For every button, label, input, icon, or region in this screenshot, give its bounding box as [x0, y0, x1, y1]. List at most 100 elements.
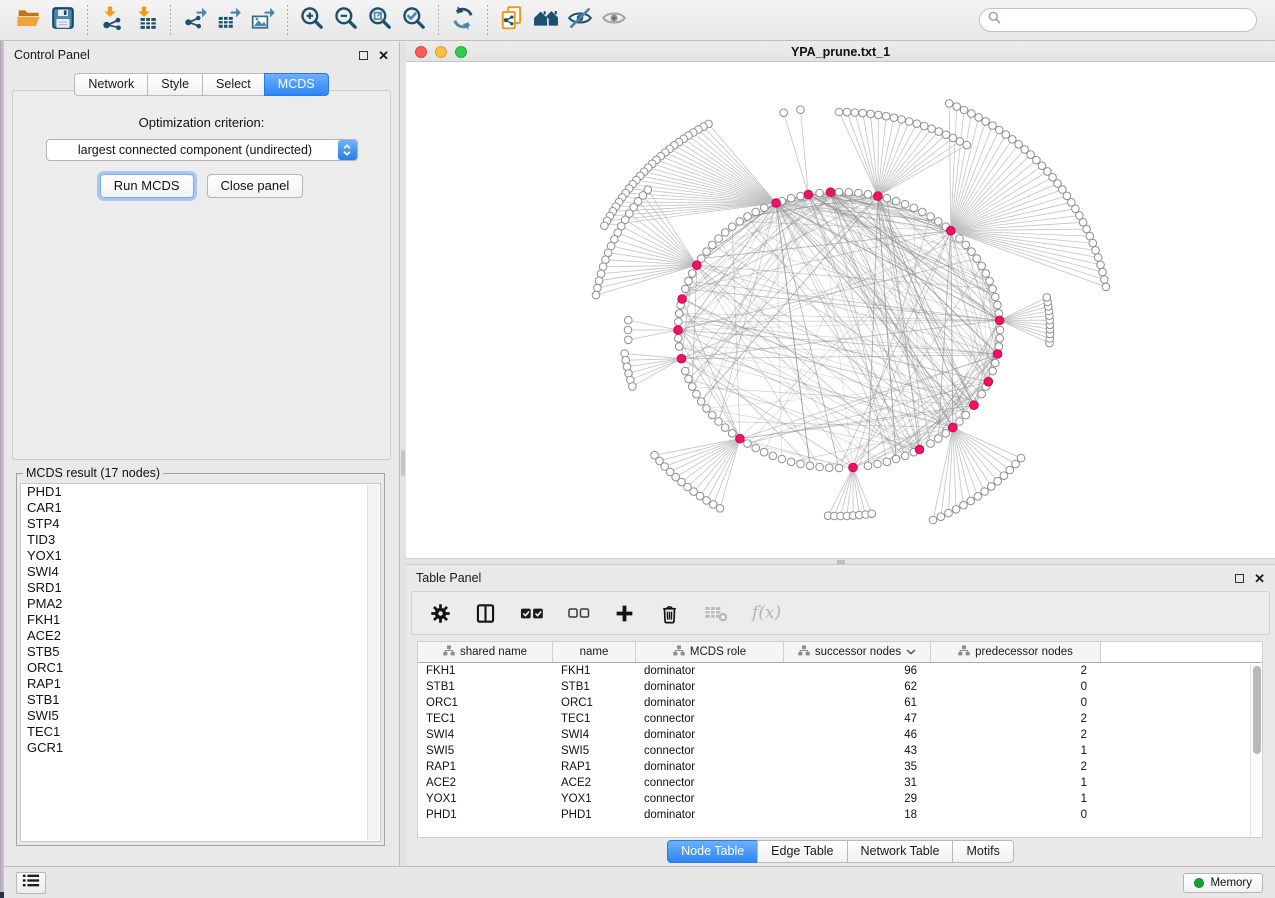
network-node[interactable]	[864, 191, 872, 199]
select-all-button[interactable]	[520, 607, 544, 620]
network-node[interactable]	[780, 109, 788, 117]
network-node[interactable]	[982, 118, 990, 126]
network-node[interactable]	[597, 270, 605, 278]
network-node[interactable]	[601, 222, 609, 230]
splitter-handle[interactable]	[401, 450, 405, 476]
import-table-button[interactable]	[129, 3, 163, 37]
network-node[interactable]	[744, 213, 752, 221]
network-node[interactable]	[682, 367, 690, 375]
network-node[interactable]	[675, 318, 683, 326]
network-hub-node[interactable]	[949, 423, 958, 432]
network-node[interactable]	[995, 343, 1003, 351]
network-node[interactable]	[901, 200, 909, 208]
mcds-result-item[interactable]: CAR1	[21, 500, 380, 516]
network-node[interactable]	[594, 284, 602, 292]
network-node[interactable]	[1006, 466, 1014, 474]
export-table-button[interactable]	[212, 3, 246, 37]
table-row[interactable]: PHD1PHD1dominator180	[418, 807, 1262, 823]
zoom-selected-button[interactable]	[397, 3, 431, 37]
network-node[interactable]	[996, 335, 1004, 343]
network-node[interactable]	[1000, 472, 1008, 480]
network-node[interactable]	[973, 255, 981, 263]
column-header-MCDS-role[interactable]: MCDS role	[636, 642, 784, 662]
criterion-dropdown[interactable]: largest connected component (undirected)	[46, 139, 358, 161]
close-panel-icon[interactable]: ✕	[378, 49, 389, 62]
network-node[interactable]	[901, 452, 909, 460]
network-node[interactable]	[968, 248, 976, 256]
maximize-window-icon[interactable]	[455, 46, 467, 58]
network-hub-node[interactable]	[874, 192, 883, 201]
network-node[interactable]	[962, 411, 970, 419]
network-node[interactable]	[882, 112, 890, 120]
network-hub-node[interactable]	[674, 326, 683, 335]
network-node[interactable]	[625, 316, 633, 324]
export-network-button[interactable]	[178, 3, 212, 37]
network-node[interactable]	[625, 336, 633, 344]
home-button[interactable]	[529, 3, 563, 37]
network-node[interactable]	[752, 444, 760, 452]
zoom-fit-button[interactable]	[363, 3, 397, 37]
network-node[interactable]	[682, 285, 690, 293]
network-hub-node[interactable]	[993, 350, 1002, 359]
tab-motifs[interactable]: Motifs	[952, 840, 1013, 863]
float-panel-icon[interactable]	[359, 51, 368, 60]
network-node[interactable]	[989, 285, 997, 293]
network-hub-node[interactable]	[984, 377, 993, 386]
network-node[interactable]	[960, 106, 968, 114]
mcds-result-item[interactable]: SWI4	[21, 564, 380, 580]
network-node[interactable]	[935, 218, 943, 226]
network-node[interactable]	[716, 505, 724, 513]
network-node[interactable]	[1099, 268, 1107, 276]
network-node[interactable]	[851, 109, 859, 117]
network-node[interactable]	[816, 463, 824, 471]
mcds-result-item[interactable]: STB1	[21, 692, 380, 708]
delete-column-button[interactable]	[659, 603, 680, 624]
network-node[interactable]	[935, 435, 943, 443]
import-network-button[interactable]	[95, 3, 129, 37]
network-node[interactable]	[816, 189, 824, 197]
network-node[interactable]	[599, 263, 607, 271]
table-row[interactable]: ORC1ORC1dominator610	[418, 695, 1262, 711]
table-scrollbar-thumb[interactable]	[1253, 666, 1261, 754]
network-node[interactable]	[978, 262, 986, 270]
network-node[interactable]	[797, 106, 805, 114]
mcds-result-item[interactable]: GCR1	[21, 740, 380, 756]
network-node[interactable]	[953, 103, 961, 111]
network-node[interactable]	[675, 310, 683, 318]
network-node[interactable]	[960, 501, 968, 509]
column-header-predecessor-nodes[interactable]: predecessor nodes	[931, 642, 1101, 662]
network-node[interactable]	[920, 122, 928, 130]
network-node[interactable]	[592, 291, 600, 299]
network-node[interactable]	[675, 335, 683, 343]
network-node[interactable]	[703, 405, 711, 413]
network-node[interactable]	[685, 375, 693, 383]
network-hub-node[interactable]	[970, 401, 979, 410]
zoom-in-button[interactable]	[295, 3, 329, 37]
network-node[interactable]	[1043, 294, 1051, 302]
network-node[interactable]	[929, 516, 937, 524]
task-history-button[interactable]	[16, 872, 46, 894]
float-panel-icon[interactable]	[1235, 574, 1244, 583]
network-node[interactable]	[835, 108, 843, 116]
network-node[interactable]	[728, 223, 736, 231]
network-node[interactable]	[1015, 141, 1023, 149]
network-node[interactable]	[986, 277, 994, 285]
network-node[interactable]	[989, 367, 997, 375]
network-node[interactable]	[703, 248, 711, 256]
network-node[interactable]	[968, 110, 976, 118]
mcds-result-item[interactable]: STP4	[21, 516, 380, 532]
network-node[interactable]	[978, 390, 986, 398]
column-header-shared-name[interactable]: shared name	[418, 642, 553, 662]
network-node[interactable]	[989, 122, 997, 130]
network-node[interactable]	[1101, 276, 1109, 284]
network-node[interactable]	[715, 418, 723, 426]
network-node[interactable]	[1012, 460, 1020, 468]
network-node[interactable]	[721, 424, 729, 432]
network-node[interactable]	[942, 430, 950, 438]
tab-select[interactable]: Select	[202, 73, 265, 96]
network-node[interactable]	[864, 462, 872, 470]
network-node[interactable]	[715, 235, 723, 243]
network-node[interactable]	[744, 440, 752, 448]
network-node[interactable]	[874, 460, 882, 468]
network-node[interactable]	[962, 241, 970, 249]
